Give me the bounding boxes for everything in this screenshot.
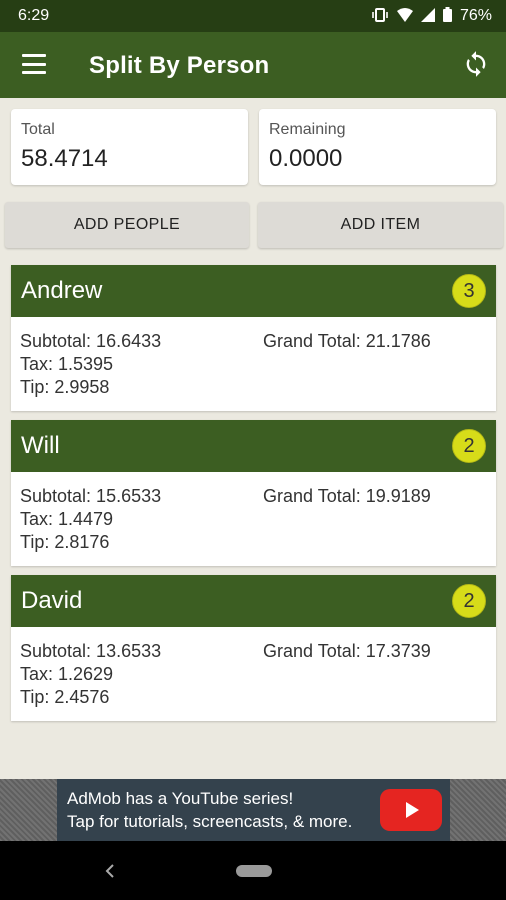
total-label: Total <box>21 121 55 138</box>
grand-total-text: Grand Total: 21.1786 <box>263 331 431 351</box>
tip-text: Tip: 2.8176 <box>20 532 110 552</box>
person-details: Subtotal: 13.6533 Tax: 1.2629 Tip: 2.457… <box>11 627 496 721</box>
remaining-card: Remaining 0.0000 <box>259 109 496 185</box>
ad-content[interactable]: AdMob has a YouTube series! Tap for tuto… <box>57 779 450 841</box>
remaining-label: Remaining <box>269 121 346 138</box>
item-count-badge: 3 <box>452 274 486 308</box>
total-value: 58.4714 <box>21 145 108 172</box>
battery-icon <box>442 7 452 25</box>
tip-text: Tip: 2.9958 <box>20 377 110 397</box>
grand-total-text: Grand Total: 19.9189 <box>263 486 431 506</box>
status-bar: 6:29 76% <box>0 0 506 32</box>
person-details: Subtotal: 16.6433 Tax: 1.5395 Tip: 2.995… <box>11 317 496 411</box>
total-card: Total 58.4714 <box>11 109 248 185</box>
status-time: 6:29 <box>18 7 50 24</box>
person-header[interactable]: David 2 <box>11 575 496 627</box>
wifi-icon <box>396 7 413 25</box>
refresh-icon[interactable] <box>462 50 490 78</box>
subtotal-text: Subtotal: 13.6533 <box>20 641 162 661</box>
person-name: David <box>21 587 83 614</box>
person-details: Subtotal: 15.6533 Tax: 1.4479 Tip: 2.817… <box>11 472 496 566</box>
person-header[interactable]: Andrew 3 <box>11 265 496 317</box>
tax-text: Tax: 1.2629 <box>20 664 114 684</box>
person-header[interactable]: Will 2 <box>11 420 496 472</box>
vibrate-icon <box>371 7 389 25</box>
tax-text: Tax: 1.4479 <box>20 509 114 529</box>
remaining-value: 0.0000 <box>269 145 343 172</box>
item-count-badge: 2 <box>452 429 486 463</box>
tip-text: Tip: 2.4576 <box>20 687 110 707</box>
navigation-bar <box>0 841 506 900</box>
tax-text: Tax: 1.5395 <box>20 354 114 374</box>
back-icon[interactable] <box>100 861 120 881</box>
ad-banner[interactable]: AdMob has a YouTube series! Tap for tuto… <box>0 779 506 841</box>
add-people-button[interactable]: ADD PEOPLE <box>5 202 249 248</box>
status-icons: 76% <box>371 7 492 25</box>
subtotal-text: Subtotal: 15.6533 <box>20 486 162 506</box>
hamburger-menu-icon[interactable] <box>22 54 46 74</box>
item-count-badge: 2 <box>452 584 486 618</box>
person-name: Will <box>21 432 60 459</box>
subtotal-text: Subtotal: 16.6433 <box>20 331 162 351</box>
person-card-andrew[interactable]: Andrew 3 Subtotal: 16.6433 Tax: 1.5395 T… <box>11 265 496 411</box>
add-item-button[interactable]: ADD ITEM <box>258 202 503 248</box>
grand-total-text: Grand Total: 17.3739 <box>263 641 431 661</box>
person-name: Andrew <box>21 277 103 304</box>
person-card-will[interactable]: Will 2 Subtotal: 15.6533 Tax: 1.4479 Tip… <box>11 420 496 566</box>
home-button[interactable] <box>236 865 272 877</box>
page-title: Split By Person <box>89 52 270 79</box>
signal-icon <box>420 7 435 25</box>
person-card-david[interactable]: David 2 Subtotal: 13.6533 Tax: 1.2629 Ti… <box>11 575 496 721</box>
app-bar: Split By Person <box>0 32 506 98</box>
youtube-play-icon[interactable] <box>380 789 442 831</box>
battery-percent: 76% <box>459 7 492 24</box>
